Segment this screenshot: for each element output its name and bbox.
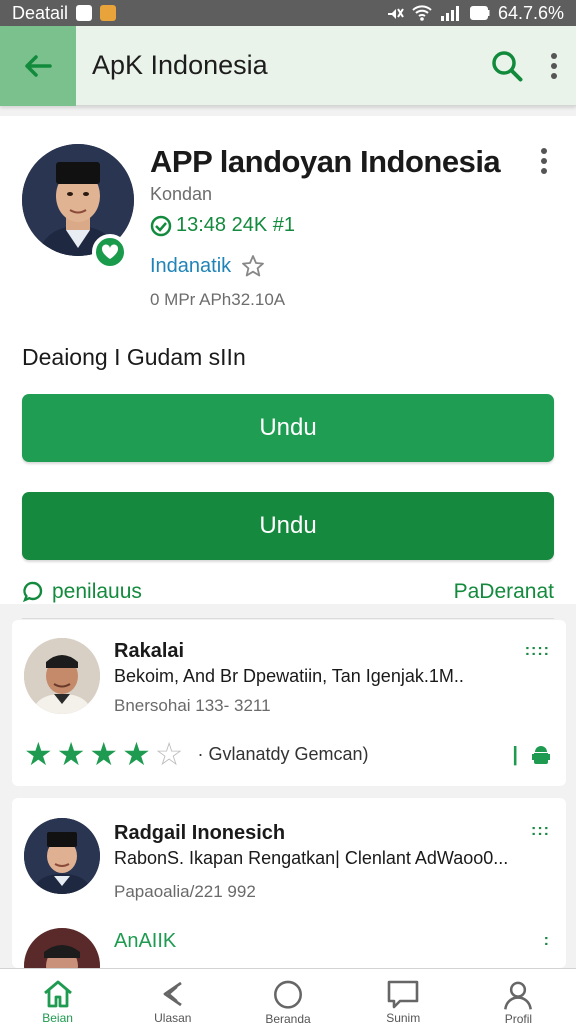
nav-label: Beian: [42, 1011, 73, 1023]
nav-label: Beranda: [265, 1012, 311, 1024]
install-button[interactable]: Undu: [22, 492, 554, 560]
arrow-left-icon: [25, 54, 52, 77]
page-title: ApK Indonesia: [92, 50, 268, 80]
nav-profile[interactable]: Profil: [461, 969, 576, 1024]
download-button[interactable]: Undu: [22, 394, 554, 462]
star-filled-icon: ★: [24, 736, 53, 772]
battery-icon: [469, 6, 490, 20]
wifi-icon: [412, 5, 432, 21]
category-row: Indanatik: [150, 254, 265, 278]
app-detail-card: APP landoyan Indonesia Kondan 13:48 24K …: [0, 116, 576, 619]
star-filled-icon: ★: [56, 736, 86, 772]
more-vert-icon: [541, 148, 547, 174]
app-description: Deaiong I Gudam sIIn: [22, 344, 246, 370]
back-icon: [163, 981, 182, 1007]
notification-icon-2: [100, 5, 117, 21]
category-label[interactable]: Indanatik: [150, 255, 231, 278]
carrier-label: Deatail: [12, 2, 69, 23]
status-bar: Deatail 64.7.6%: [0, 0, 576, 26]
nav-label: Profil: [504, 1012, 533, 1024]
nav-center[interactable]: Beranda: [230, 969, 345, 1024]
reviewer-name: Radgail Inonesich: [114, 822, 286, 844]
divider: [22, 618, 554, 619]
home-icon: [43, 980, 72, 1008]
ratings-header: penilauus PaDeranat: [22, 580, 554, 604]
review-menu-button[interactable]: :: [544, 932, 550, 950]
signal-icon: [440, 6, 459, 21]
review-date: Bnersohai 133- 3211: [114, 696, 271, 715]
check-circle-icon: [150, 215, 172, 236]
review-menu-button[interactable]: :::: [531, 822, 550, 840]
app-title: APP landoyan Indonesia: [150, 144, 501, 179]
notification-icon: [76, 5, 93, 21]
review-text: RabonS. Ikapan Rengatkan| Clenlant AdWao…: [114, 848, 509, 868]
review-date: Papaoalia/221 992: [114, 882, 256, 901]
app-bar: ApK Indonesia: [0, 25, 576, 106]
app-stats: 13:48 24K #1: [150, 214, 295, 237]
heart-icon: [101, 244, 119, 259]
mute-icon: [387, 8, 404, 19]
nav-reviews[interactable]: Ulasan: [115, 969, 230, 1024]
nav-label: Ulasan: [154, 1011, 192, 1023]
review-text: Bekoim, And Br Dpewatiin, Tan Igenjak.1M…: [114, 666, 464, 686]
review-helpful-text: · Gvlanatdy Gemcan): [197, 743, 369, 764]
android-icon[interactable]: [532, 745, 550, 767]
review-card: Radgail Inonesich ::: RabonS. Ikapan Ren…: [12, 798, 566, 1004]
app-size: 0 MPr APh32.10A: [150, 290, 286, 309]
helpful-label: Gvlanatdy Gemcan): [208, 743, 369, 764]
nav-label: Sunim: [386, 1011, 421, 1023]
app-menu-button[interactable]: [540, 148, 548, 179]
see-all-link[interactable]: PaDeranat: [454, 580, 554, 604]
reviewer-avatar: [24, 818, 100, 894]
ratings-label: penilauus: [52, 580, 142, 603]
reviewer-name: Rakalai: [114, 640, 185, 662]
verified-badge: [92, 234, 128, 270]
star-outline-icon[interactable]: [241, 254, 265, 278]
back-button[interactable]: [0, 25, 76, 106]
more-vert-icon[interactable]: [550, 52, 558, 80]
chat-icon: [387, 980, 419, 1009]
battery-percent: 64.7.6%: [497, 2, 564, 23]
divider-bar: |: [512, 744, 518, 766]
bottom-navigation: Beian Ulasan Beranda Sunim Profil: [0, 968, 576, 1024]
review-card: Rakalai :::: Bekoim, And Br Dpewatiin, T…: [12, 620, 566, 786]
circle-icon: [274, 980, 302, 1009]
star-filled-icon: ★: [122, 736, 151, 772]
profile-icon: [504, 981, 533, 1010]
stats-text: 13:48 24K #1: [176, 214, 295, 236]
star-filled-icon: ★: [89, 736, 119, 772]
review-menu-button[interactable]: ::::: [525, 642, 550, 660]
search-icon[interactable]: [490, 49, 524, 83]
review-stars: ★ ★ ★ ★ ☆ · Gvlanatdy Gemcan): [24, 738, 369, 770]
reviewer-avatar: [24, 638, 100, 714]
review-actions: |: [512, 744, 550, 767]
star-empty-icon: ☆: [154, 736, 184, 772]
developer-name[interactable]: Kondan: [150, 184, 212, 205]
reviewer-name: AnAIIK: [114, 930, 177, 952]
comment-icon: [22, 581, 43, 603]
nav-home[interactable]: Beian: [0, 969, 115, 1024]
nav-chat[interactable]: Sunim: [346, 969, 461, 1024]
